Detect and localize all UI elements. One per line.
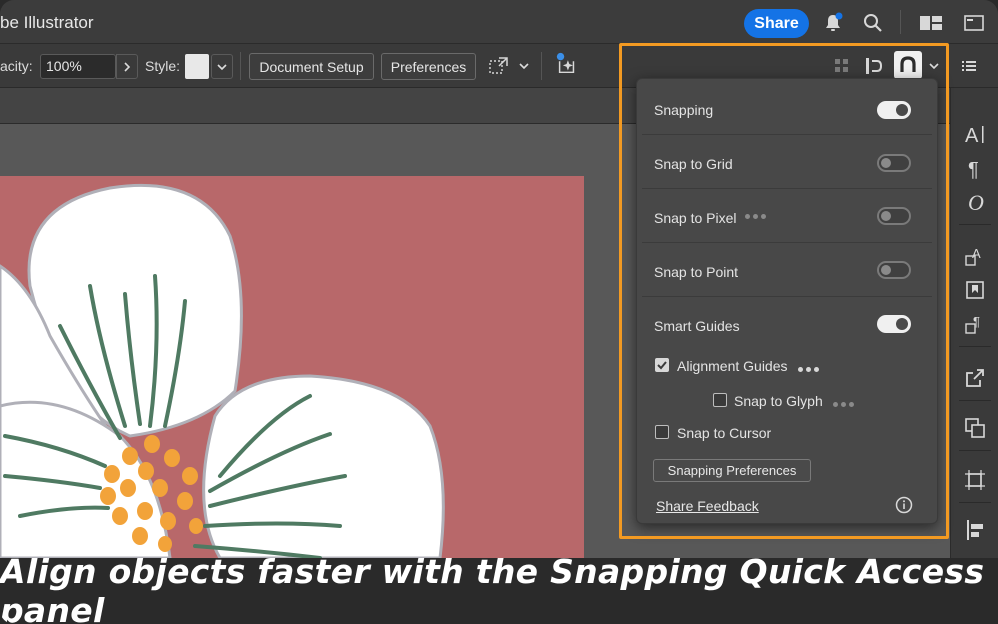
snap-to-pixel-row: Snap to Pixel	[637, 189, 937, 242]
grid-icon[interactable]	[830, 54, 854, 78]
svg-text:A: A	[972, 246, 981, 261]
share-button[interactable]: Share	[744, 9, 809, 38]
transform-icon[interactable]	[487, 54, 511, 78]
alignment-guides-label: Alignment Guides	[677, 358, 788, 374]
title-bar: be Illustrator Share	[0, 0, 998, 44]
glyph-styles-icon[interactable]: ¶	[963, 312, 987, 336]
panel-separator	[959, 502, 991, 503]
snapping-label: Snapping	[654, 102, 714, 118]
smart-guides-toggle[interactable]	[877, 315, 911, 333]
alignment-guides-checkbox[interactable]	[655, 358, 669, 372]
snap-to-glyph-more-icon[interactable]	[833, 402, 854, 407]
snap-to-grid-toggle[interactable]	[877, 154, 911, 172]
opacity-input[interactable]: 100%	[40, 54, 116, 79]
export-icon[interactable]	[963, 366, 987, 390]
smart-guides-row: Smart Guides	[637, 297, 937, 350]
align-icon[interactable]	[963, 518, 987, 542]
character-icon[interactable]: A	[963, 122, 987, 146]
svg-text:¶: ¶	[973, 314, 980, 329]
snapping-quick-access-panel: Snapping Snap to Grid Snap to Pixel Snap…	[636, 78, 938, 524]
controlbar-divider	[240, 52, 241, 80]
snap-to-grid-label: Snap to Grid	[654, 156, 733, 172]
info-icon[interactable]	[895, 496, 913, 514]
right-tools-panel: A ¶ O A ¶	[950, 88, 998, 558]
caption-text: Align objects faster with the Snapping Q…	[0, 552, 985, 624]
snap-to-cursor-checkbox[interactable]	[655, 425, 669, 439]
style-label: Style:	[145, 58, 181, 74]
opentype-icon[interactable]: O	[963, 190, 987, 214]
character-styles-icon[interactable]: A	[963, 244, 987, 268]
snap-to-cursor-label: Snap to Cursor	[677, 425, 772, 441]
snap-to-point-row: Snap to Point	[637, 243, 937, 296]
artboards-icon[interactable]	[963, 468, 987, 492]
svg-text:¶: ¶	[968, 159, 979, 180]
paragraph-styles-icon[interactable]	[963, 278, 987, 302]
opacity-label: acity:	[0, 58, 33, 74]
snap-to-pixel-label: Snap to Pixel	[654, 210, 737, 226]
share-feedback-link[interactable]: Share Feedback	[656, 498, 759, 514]
layers-icon[interactable]	[963, 416, 987, 440]
opacity-chevron-icon[interactable]	[116, 54, 138, 79]
workspace-switcher-icon[interactable]	[919, 11, 943, 35]
panel-toggle-icon[interactable]	[962, 11, 986, 35]
style-swatch[interactable]	[185, 54, 209, 79]
snap-to-pixel-toggle[interactable]	[877, 207, 911, 225]
svg-text:A: A	[965, 125, 979, 146]
snap-to-pixel-more-icon[interactable]	[745, 214, 766, 219]
paragraph-icon[interactable]: ¶	[963, 156, 987, 180]
svg-text:O: O	[968, 190, 984, 214]
snapping-toggle[interactable]	[877, 101, 911, 119]
snapping-dropdown-chevron-icon[interactable]	[922, 54, 946, 78]
generative-recolor-icon[interactable]	[555, 52, 579, 76]
snapping-preferences-button[interactable]: Snapping Preferences	[653, 459, 811, 482]
app-frame: be Illustrator Share acity: 100% Style: …	[0, 0, 998, 624]
panel-separator	[959, 224, 991, 225]
titlebar-divider	[900, 10, 901, 34]
search-icon[interactable]	[861, 11, 885, 35]
document-setup-button[interactable]: Document Setup	[249, 53, 374, 80]
panel-separator	[959, 400, 991, 401]
controlbar-divider	[541, 52, 542, 80]
bell-icon[interactable]	[821, 11, 845, 35]
snap-to-grid-row: Snap to Grid	[637, 135, 937, 188]
smart-guides-label: Smart Guides	[654, 318, 740, 334]
panel-separator	[959, 450, 991, 451]
artboard[interactable]	[0, 176, 584, 558]
transform-dropdown-chevron-icon[interactable]	[512, 54, 536, 78]
alignment-guides-more-icon[interactable]	[798, 367, 819, 372]
list-menu-icon[interactable]	[957, 54, 981, 78]
style-dropdown-chevron-icon[interactable]	[211, 54, 233, 79]
snap-to-point-toggle[interactable]	[877, 261, 911, 279]
flower-artwork[interactable]	[0, 176, 584, 558]
snap-to-pixel-icon[interactable]	[862, 54, 886, 78]
app-title: be Illustrator	[0, 13, 94, 32]
caption-banner: Align objects faster with the Snapping Q…	[0, 552, 998, 624]
preferences-button[interactable]: Preferences	[381, 53, 476, 80]
snapping-row: Snapping	[637, 81, 937, 134]
snap-to-glyph-label: Snap to Glyph	[734, 393, 823, 409]
snapping-magnet-icon[interactable]	[894, 51, 922, 79]
snap-to-glyph-checkbox[interactable]	[713, 393, 727, 407]
panel-separator	[959, 346, 991, 347]
snap-to-point-label: Snap to Point	[654, 264, 739, 280]
